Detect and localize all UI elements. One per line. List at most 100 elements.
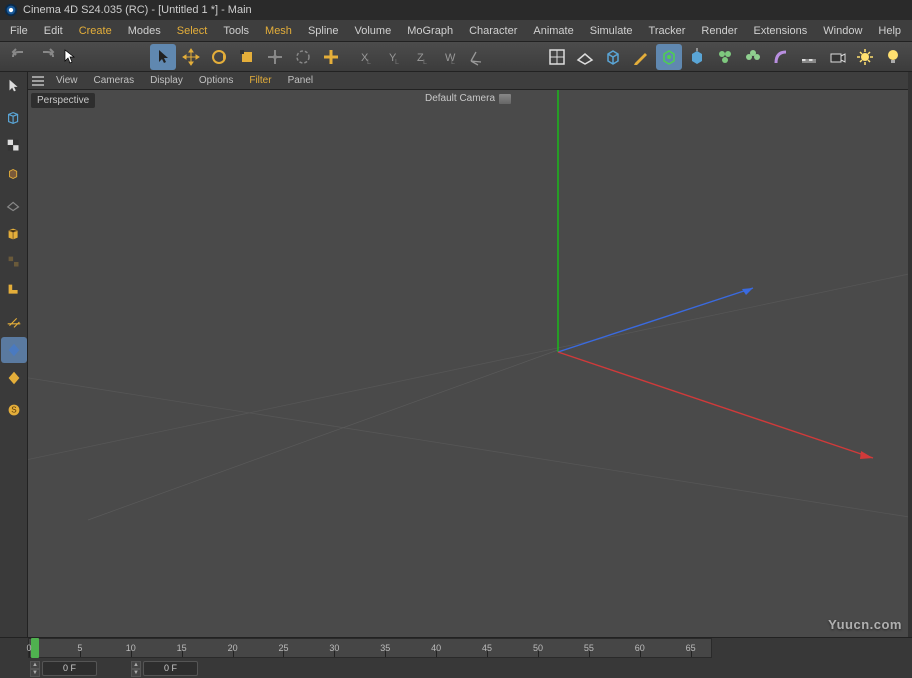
add-tool-icon[interactable] xyxy=(318,44,344,70)
tweak-icon[interactable] xyxy=(1,365,27,391)
menu-edit[interactable]: Edit xyxy=(36,22,71,40)
extrude-icon[interactable] xyxy=(684,44,710,70)
menu-file[interactable]: File xyxy=(2,22,36,40)
points-mode-icon[interactable] xyxy=(1,221,27,247)
menu-modes[interactable]: Modes xyxy=(120,22,169,40)
viewport[interactable]: Perspective Default Camera xyxy=(28,90,908,637)
z-axis-icon[interactable]: ZL xyxy=(408,44,434,70)
y-axis-icon[interactable]: YL xyxy=(380,44,406,70)
plane-icon[interactable] xyxy=(572,44,598,70)
diamond-icon[interactable] xyxy=(1,337,27,363)
hamburger-icon[interactable] xyxy=(28,76,48,86)
watermark: Yuucn.com xyxy=(828,617,902,632)
tick-label: 0 xyxy=(26,643,31,653)
coord-system-icon[interactable] xyxy=(464,44,490,70)
app-icon xyxy=(4,3,18,17)
light-add-icon[interactable] xyxy=(852,44,878,70)
frame-current-field[interactable]: 0 F xyxy=(143,661,198,676)
menu-create[interactable]: Create xyxy=(71,22,120,40)
scale-tool-icon[interactable] xyxy=(234,44,260,70)
redo-icon[interactable] xyxy=(34,44,60,70)
main-toolbar: XLYLZLWL xyxy=(0,42,912,72)
frame-start-field[interactable]: 0 F xyxy=(42,661,97,676)
menu-mesh[interactable]: Mesh xyxy=(257,22,300,40)
edges-mode-icon[interactable] xyxy=(1,249,27,275)
polys-mode-icon[interactable] xyxy=(1,277,27,303)
camera-add-icon[interactable] xyxy=(824,44,850,70)
menubar: FileEditCreateModesSelectToolsMeshSpline… xyxy=(0,20,912,42)
menu-help[interactable]: Help xyxy=(870,22,909,40)
svg-text:L: L xyxy=(367,59,371,66)
menu-volume[interactable]: Volume xyxy=(347,22,400,40)
viewport-axes xyxy=(28,90,908,637)
viewport-menubar: ViewCamerasDisplayOptionsFilterPanel xyxy=(28,72,908,90)
viewport-menu-panel[interactable]: Panel xyxy=(280,73,322,88)
coin-icon[interactable]: S xyxy=(1,397,27,423)
tick-label: 30 xyxy=(329,643,339,653)
menu-animate[interactable]: Animate xyxy=(525,22,581,40)
menu-tracker[interactable]: Tracker xyxy=(641,22,694,40)
tick-label: 45 xyxy=(482,643,492,653)
playhead[interactable] xyxy=(31,638,39,658)
menu-simulate[interactable]: Simulate xyxy=(582,22,641,40)
menu-tools[interactable]: Tools xyxy=(215,22,257,40)
tick-label: 40 xyxy=(431,643,441,653)
texture-mode-icon[interactable] xyxy=(1,161,27,187)
tick-label: 25 xyxy=(278,643,288,653)
tick-label: 50 xyxy=(533,643,543,653)
menu-mograph[interactable]: MoGraph xyxy=(399,22,461,40)
pen-icon[interactable] xyxy=(628,44,654,70)
tick-label: 15 xyxy=(177,643,187,653)
view-layout-icon[interactable] xyxy=(544,44,570,70)
svg-text:L: L xyxy=(423,59,427,66)
frame-current-spinner[interactable]: ▲▼ xyxy=(131,661,141,676)
w-axis-icon[interactable]: WL xyxy=(436,44,462,70)
tick-label: 5 xyxy=(77,643,82,653)
axis-mode-icon[interactable] xyxy=(1,309,27,335)
rotate-tool-icon[interactable] xyxy=(206,44,232,70)
array-icon[interactable] xyxy=(740,44,766,70)
timeline[interactable]: 05101520253035404550556065 xyxy=(0,637,912,658)
tick-label: 65 xyxy=(686,643,696,653)
viewport-menu-options[interactable]: Options xyxy=(191,73,241,88)
cursor-indicator xyxy=(61,49,79,65)
left-palette: S xyxy=(0,72,28,637)
bend-icon[interactable] xyxy=(768,44,794,70)
viewport-menu-display[interactable]: Display xyxy=(142,73,191,88)
svg-text:L: L xyxy=(395,59,399,66)
tick-label: 60 xyxy=(635,643,645,653)
subdiv-icon[interactable] xyxy=(656,44,682,70)
viewport-menu-view[interactable]: View xyxy=(48,73,86,88)
title-bar: Cinema 4D S24.035 (RC) - [Untitled 1 *] … xyxy=(0,0,912,20)
svg-text:L: L xyxy=(451,59,455,66)
model-mode-icon[interactable] xyxy=(1,133,27,159)
viewport-menu-filter[interactable]: Filter xyxy=(241,73,279,88)
bottom-bar: ▲▼ 0 F ▲▼ 0 F xyxy=(0,658,912,678)
x-axis-icon[interactable]: XL xyxy=(352,44,378,70)
menu-character[interactable]: Character xyxy=(461,22,525,40)
menu-render[interactable]: Render xyxy=(693,22,745,40)
window-title: Cinema 4D S24.035 (RC) - [Untitled 1 *] … xyxy=(23,4,252,16)
menu-extensions[interactable]: Extensions xyxy=(745,22,815,40)
timeline-ruler[interactable]: 05101520253035404550556065 xyxy=(28,638,712,658)
menu-select[interactable]: Select xyxy=(169,22,216,40)
select-tool-icon[interactable] xyxy=(150,44,176,70)
undo-icon[interactable] xyxy=(6,44,32,70)
hint-bulb-icon[interactable] xyxy=(880,44,906,70)
menu-spline[interactable]: Spline xyxy=(300,22,347,40)
recent-tool-icon[interactable] xyxy=(290,44,316,70)
svg-text:S: S xyxy=(11,406,17,415)
workplane-mode-icon[interactable] xyxy=(1,193,27,219)
tick-label: 20 xyxy=(228,643,238,653)
viewport-menu-cameras[interactable]: Cameras xyxy=(86,73,143,88)
tick-label: 35 xyxy=(380,643,390,653)
locked-tool-icon[interactable] xyxy=(262,44,288,70)
cube-icon[interactable] xyxy=(600,44,626,70)
frame-start-spinner[interactable]: ▲▼ xyxy=(30,661,40,676)
move-tool-icon[interactable] xyxy=(178,44,204,70)
cloner-icon[interactable] xyxy=(712,44,738,70)
floor-icon[interactable] xyxy=(796,44,822,70)
live-select-icon[interactable] xyxy=(1,73,27,99)
make-editable-icon[interactable] xyxy=(1,105,27,131)
menu-window[interactable]: Window xyxy=(815,22,870,40)
